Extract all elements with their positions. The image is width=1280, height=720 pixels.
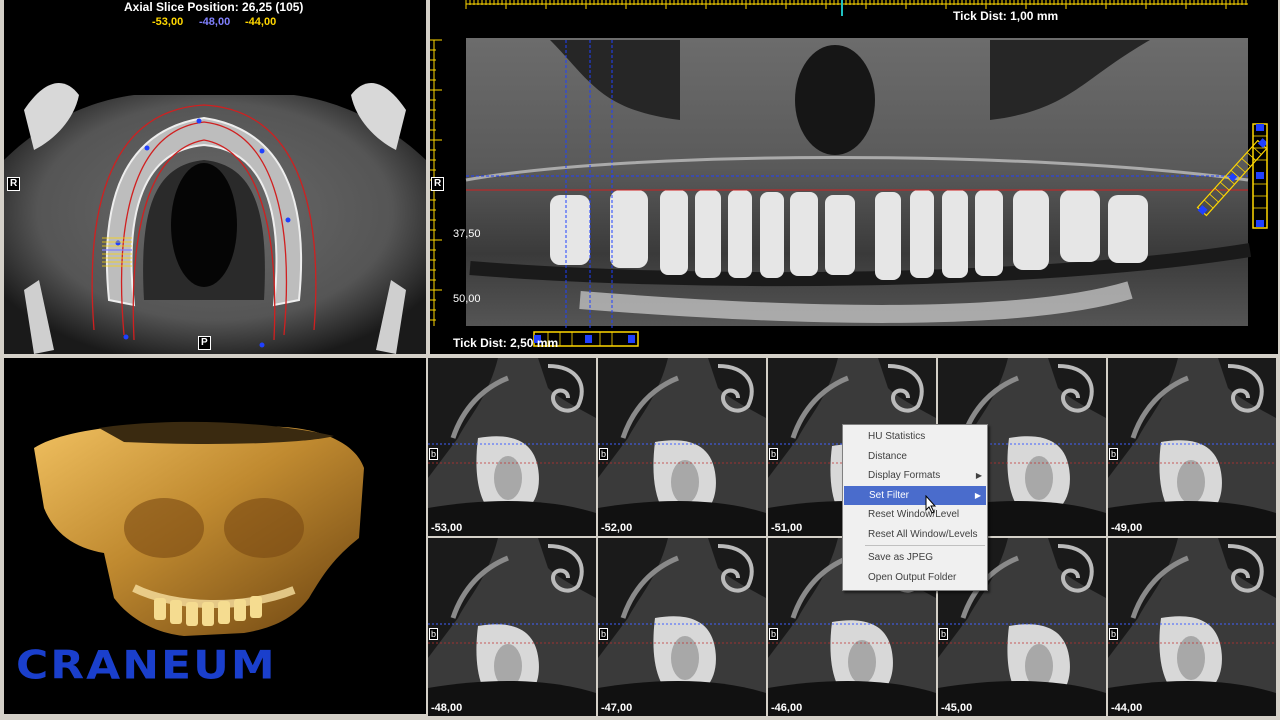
- axial-marker-posterior: P: [198, 336, 211, 350]
- slice-side-marker: b: [429, 628, 439, 640]
- slice-image: [428, 538, 596, 716]
- submenu-arrow-icon: ▶: [974, 490, 981, 500]
- menu-item-hu-statistics[interactable]: HU Statistics: [843, 427, 987, 447]
- bottom-tick-distance: Tick Dist: 2,50 mm: [453, 336, 559, 350]
- slice-position-label: -49,00: [1111, 522, 1143, 534]
- slice-position-label: -52,00: [601, 522, 633, 534]
- slice-image: [1108, 538, 1276, 716]
- slice-side-marker: b: [429, 448, 439, 460]
- volume-render-view[interactable]: CRANEUM: [4, 358, 426, 714]
- slice-image: [428, 358, 596, 536]
- context-menu: HU Statistics Distance Display Formats ▶ …: [842, 424, 988, 591]
- slice-position-label: -45,00: [941, 702, 973, 714]
- slice-side-marker: b: [599, 628, 609, 640]
- axial-value-1: -53,00: [152, 16, 184, 28]
- slice-cell[interactable]: b -49,00: [1108, 358, 1276, 536]
- slice-position-label: -44,00: [1111, 702, 1143, 714]
- slice-cell[interactable]: b -44,00: [1108, 538, 1276, 716]
- slice-position-label: -51,00: [771, 522, 803, 534]
- axial-ct-image: [4, 0, 426, 354]
- slice-side-marker: b: [769, 628, 779, 640]
- axial-view[interactable]: Axial Slice Position: 26,25 (105) -53,00…: [4, 0, 426, 354]
- slice-side-marker: b: [769, 448, 779, 460]
- slice-side-marker: b: [599, 448, 609, 460]
- panoramic-view[interactable]: Tick Dist: 1,00 mm Tick Dist: 2,50 mm 37…: [430, 0, 1278, 354]
- slice-position-label: -46,00: [771, 702, 803, 714]
- slice-side-marker: b: [939, 628, 949, 640]
- slice-position-label: -47,00: [601, 702, 633, 714]
- panoramic-marker-right: R: [431, 177, 445, 191]
- menu-item-display-formats[interactable]: Display Formats ▶: [843, 466, 987, 486]
- menu-item-set-filter[interactable]: Set Filter ▶: [844, 485, 986, 505]
- slice-side-marker: b: [1109, 628, 1119, 640]
- slice-side-marker: b: [1109, 448, 1119, 460]
- axial-slice-position: Axial Slice Position: 26,25 (105): [124, 0, 304, 14]
- menu-item-distance[interactable]: Distance: [843, 447, 987, 467]
- panoramic-ct-image: [430, 0, 1278, 354]
- menu-separator: [865, 545, 985, 546]
- slice-position-label: -48,00: [431, 702, 463, 714]
- slice-cell[interactable]: b -47,00: [598, 538, 766, 716]
- ruler-value-1: 37,50: [453, 228, 481, 240]
- submenu-arrow-icon: ▶: [975, 471, 982, 480]
- slice-image: [598, 538, 766, 716]
- axial-marker-right: R: [7, 177, 21, 191]
- craneum-logo: CRANEUM: [16, 642, 277, 689]
- menu-item-save-as-jpeg[interactable]: Save as JPEG: [843, 548, 987, 568]
- slice-image: [598, 358, 766, 536]
- slice-cell[interactable]: b -48,00: [428, 538, 596, 716]
- menu-item-reset-all-window-levels[interactable]: Reset All Window/Levels: [843, 525, 987, 545]
- menu-item-open-output-folder[interactable]: Open Output Folder: [843, 568, 987, 588]
- slice-cell[interactable]: b -53,00: [428, 358, 596, 536]
- ruler-value-2: 50,00: [453, 293, 481, 305]
- slice-position-label: -53,00: [431, 522, 463, 534]
- axial-value-3: -44,00: [245, 16, 277, 28]
- top-tick-distance: Tick Dist: 1,00 mm: [953, 9, 1059, 23]
- slice-image: [1108, 358, 1276, 536]
- mouse-cursor-icon: [925, 495, 937, 514]
- slice-cell[interactable]: b -52,00: [598, 358, 766, 536]
- axial-value-2: -48,00: [199, 16, 231, 28]
- menu-item-reset-window-level[interactable]: Reset Window/Level: [843, 505, 987, 525]
